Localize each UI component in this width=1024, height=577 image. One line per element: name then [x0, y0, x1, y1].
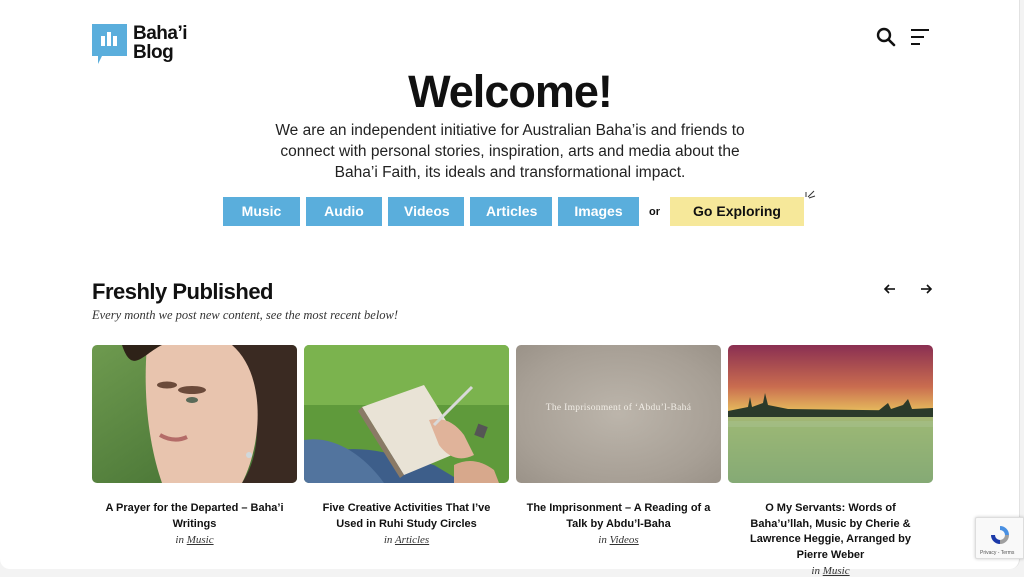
page-title: Welcome! [408, 66, 613, 117]
post-thumbnail-landscape[interactable] [728, 345, 933, 483]
go-exploring-label: Go Exploring [693, 203, 781, 219]
sparkle-icon [805, 190, 816, 199]
post-category: in Music [728, 565, 933, 577]
post-thumbnail-journal[interactable] [304, 345, 509, 483]
post-thumbnail-woman[interactable] [92, 345, 297, 483]
recaptcha-icon [991, 526, 1009, 544]
menu-icon[interactable] [909, 26, 931, 48]
post-card[interactable]: Five Creative Activities That I’ve Used … [304, 345, 509, 577]
post-thumbnail-video[interactable]: The Imprisonment of ‘Abdu’l-Bahá [516, 345, 721, 483]
post-title[interactable]: O My Servants: Words of Baha’u’llah, Mus… [728, 501, 933, 563]
post-title[interactable]: A Prayer for the Departed – Baha’i Writi… [92, 501, 297, 532]
go-exploring-button[interactable]: Go Exploring [670, 190, 816, 226]
post-card[interactable]: A Prayer for the Departed – Baha’i Writi… [92, 345, 297, 577]
post-category-link[interactable]: Music [823, 565, 850, 577]
post-title[interactable]: The Imprisonment – A Reading of a Talk b… [516, 501, 721, 532]
or-label: or [649, 205, 660, 218]
post-cards: A Prayer for the Departed – Baha’i Writi… [92, 345, 933, 577]
category-music-button[interactable]: Music [223, 197, 300, 226]
post-category: in Videos [516, 534, 721, 546]
logo-text: Baha’i Blog [133, 23, 188, 63]
site-logo[interactable]: Baha’i Blog [92, 23, 188, 64]
arrow-right-icon[interactable] [919, 282, 933, 296]
post-category: in Articles [304, 534, 509, 546]
header-icons [875, 26, 931, 48]
category-videos-button[interactable]: Videos [388, 197, 464, 226]
thumbnail-caption: The Imprisonment of ‘Abdu’l-Bahá [545, 403, 692, 413]
search-icon[interactable] [875, 26, 897, 48]
intro-text: We are an independent initiative for Aus… [275, 122, 745, 181]
in-label: in [175, 534, 184, 546]
post-card[interactable]: The Imprisonment of ‘Abdu’l-Bahá The Imp… [516, 345, 721, 577]
post-category-link[interactable]: Music [187, 534, 214, 546]
page: Baha’i Blog Welcome! We are an independe… [0, 0, 1020, 577]
section-title: Freshly Published [92, 279, 274, 304]
post-card[interactable]: O My Servants: Words of Baha’u’llah, Mus… [728, 345, 933, 577]
carousel-arrows [883, 282, 933, 296]
post-title[interactable]: Five Creative Activities That I’ve Used … [304, 501, 509, 532]
post-category: in Music [92, 534, 297, 546]
post-category-link[interactable]: Videos [610, 534, 639, 546]
category-audio-button[interactable]: Audio [306, 197, 382, 226]
logo-line-1: Baha’i [133, 23, 188, 44]
section-subtitle: Every month we post new content, see the… [92, 308, 399, 322]
category-images-button[interactable]: Images [558, 197, 639, 226]
in-label: in [383, 534, 393, 546]
category-buttons: Music Audio Videos Articles Images or Go… [223, 190, 816, 226]
in-label: in [598, 534, 607, 546]
recaptcha-badge[interactable]: Privacy - Terms [975, 517, 1024, 559]
in-label: in [811, 565, 820, 577]
arrow-left-icon[interactable] [883, 282, 897, 296]
category-articles-button[interactable]: Articles [470, 197, 552, 226]
logo-icon [92, 24, 127, 64]
logo-line-2: Blog [133, 42, 174, 63]
recaptcha-links[interactable]: Privacy - Terms [980, 550, 1014, 556]
post-category-link[interactable]: Articles [395, 534, 429, 546]
